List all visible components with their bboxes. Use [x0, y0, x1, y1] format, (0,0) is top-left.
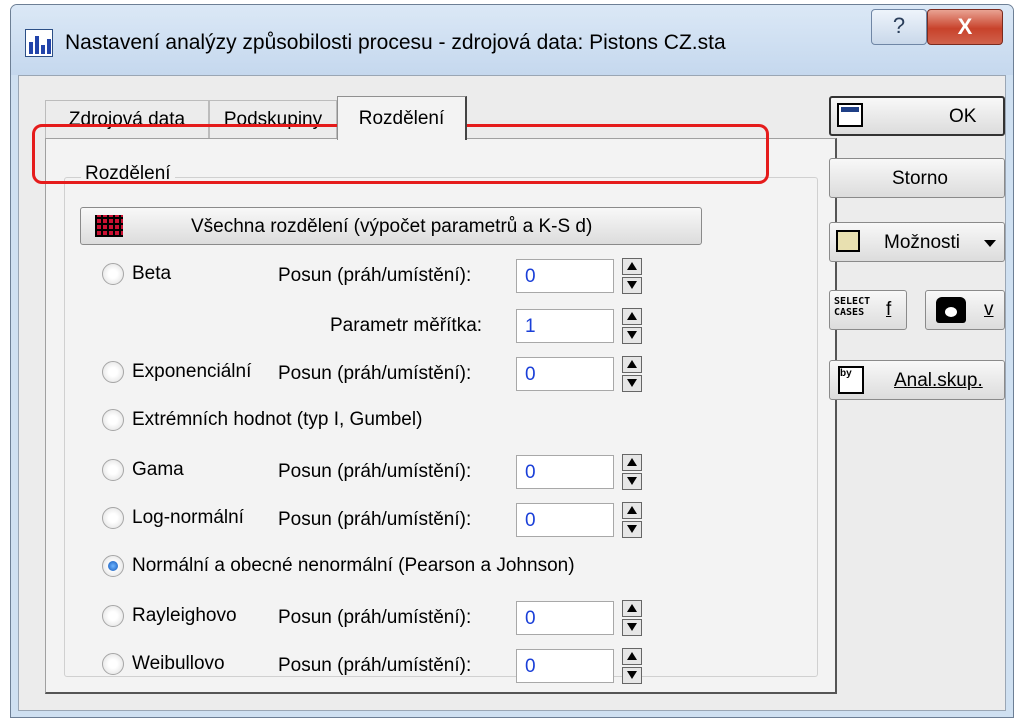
radio-exponencialni[interactable] [102, 361, 124, 383]
storno-button[interactable]: Storno [829, 158, 1005, 198]
spin-up-icon[interactable] [622, 600, 642, 617]
help-button[interactable]: ? [871, 9, 927, 45]
spin-down-icon[interactable] [622, 667, 642, 684]
label-exponencialni: Exponenciální [132, 361, 252, 382]
gama-shift-spinner[interactable] [622, 454, 642, 490]
rayleigh-shift-field[interactable]: 0 [516, 601, 614, 635]
title-bar[interactable]: Nastavení analýzy způsobilosti procesu -… [11, 5, 1013, 75]
statistica-app-icon [25, 29, 53, 57]
spin-up-icon[interactable] [622, 308, 642, 325]
label-weibullovo: Weibullovo [132, 653, 225, 674]
tab-panel-rozdeleni: Rozdělení Všechna rozdělení (výpočet par… [45, 138, 837, 694]
spin-up-icon[interactable] [622, 502, 642, 519]
anal-skup-button[interactable]: by Anal.skup. [829, 360, 1005, 400]
lognorm-shift-field[interactable]: 0 [516, 503, 614, 537]
spin-up-icon[interactable] [622, 258, 642, 275]
beta-shift-field[interactable]: 0 [516, 259, 614, 293]
tab-podskupiny[interactable]: Podskupiny [209, 100, 337, 138]
options-icon [836, 230, 860, 252]
spreadsheet-icon [95, 215, 123, 237]
spin-down-icon[interactable] [622, 375, 642, 392]
spin-up-icon[interactable] [622, 454, 642, 471]
anal-skup-label: Anal.skup. [894, 370, 983, 391]
dialog-window: Nastavení analýzy způsobilosti procesu -… [10, 4, 1014, 718]
all-distributions-label: Všechna rozdělení (výpočet parametrů a K… [191, 216, 593, 237]
spin-up-icon[interactable] [622, 648, 642, 665]
weibull-shift-field[interactable]: 0 [516, 649, 614, 683]
all-distributions-button[interactable]: Všechna rozdělení (výpočet parametrů a K… [80, 207, 702, 245]
param-label-beta-shift: Posun (práh/umístění): [278, 265, 472, 286]
beta-shift-spinner[interactable] [622, 258, 642, 294]
dialog-client-area: Zdrojová data Podskupiny Rozdělení Rozdě… [18, 75, 1006, 711]
radio-extremnich-hodnot[interactable] [102, 409, 124, 431]
param-label-weibull-shift: Posun (práh/umístění): [278, 655, 472, 676]
radio-normalni[interactable] [102, 555, 124, 577]
groupbox-label: Rozdělení [81, 163, 175, 185]
ok-button[interactable]: OK [829, 96, 1005, 136]
spin-down-icon[interactable] [622, 327, 642, 344]
close-button[interactable]: X [927, 9, 1003, 45]
param-label-rayleigh-shift: Posun (práh/umístění): [278, 607, 472, 628]
weight-icon [936, 297, 966, 323]
label-gama: Gama [132, 459, 184, 480]
weibull-shift-spinner[interactable] [622, 648, 642, 684]
tab-zdrojova-data[interactable]: Zdrojová data [45, 100, 209, 138]
weight-letter: v [984, 299, 994, 320]
rayleigh-shift-spinner[interactable] [622, 600, 642, 636]
radio-log-normalni[interactable] [102, 507, 124, 529]
ok-label: OK [949, 106, 977, 127]
beta-scale-field[interactable]: 1 [516, 309, 614, 343]
weight-button[interactable]: v [925, 290, 1005, 330]
spin-down-icon[interactable] [622, 619, 642, 636]
moznosti-button[interactable]: Možnosti [829, 222, 1005, 262]
radio-weibullovo[interactable] [102, 653, 124, 675]
window-title: Nastavení analýzy způsobilosti procesu -… [65, 31, 726, 54]
moznosti-label: Možnosti [884, 232, 961, 253]
radio-beta[interactable] [102, 263, 124, 285]
storno-label: Storno [892, 168, 948, 189]
spin-down-icon[interactable] [622, 473, 642, 490]
label-extremnich-hodnot: Extrémních hodnot (typ I, Gumbel) [132, 409, 423, 430]
lognorm-shift-spinner[interactable] [622, 502, 642, 538]
label-rayleighovo: Rayleighovo [132, 605, 237, 626]
exp-shift-field[interactable]: 0 [516, 357, 614, 391]
gama-shift-field[interactable]: 0 [516, 455, 614, 489]
spin-down-icon[interactable] [622, 277, 642, 294]
spin-up-icon[interactable] [622, 356, 642, 373]
spin-down-icon[interactable] [622, 521, 642, 538]
label-beta: Beta [132, 263, 172, 284]
radio-rayleighovo[interactable] [102, 605, 124, 627]
param-label-lognorm-shift: Posun (práh/umístění): [278, 509, 472, 530]
param-label-exp-shift: Posun (práh/umístění): [278, 363, 472, 384]
param-label-gama-shift: Posun (práh/umístění): [278, 461, 472, 482]
dropdown-caret-icon [984, 240, 996, 247]
select-cases-letter: f [886, 299, 892, 320]
label-normalni: Normální a obecné nenormální (Pearson a … [132, 555, 575, 576]
exp-shift-spinner[interactable] [622, 356, 642, 392]
by-group-icon: by [838, 366, 864, 394]
label-log-normalni: Log-normální [132, 507, 244, 528]
param-label-beta-scale: Parametr měřítka: [330, 315, 483, 336]
beta-scale-spinner[interactable] [622, 308, 642, 344]
radio-gama[interactable] [102, 459, 124, 481]
select-cases-icon: SELECT CASES [834, 296, 871, 318]
select-cases-button[interactable]: SELECT CASES f [829, 290, 907, 330]
tab-rozdeleni[interactable]: Rozdělení [337, 96, 467, 140]
dialog-icon [837, 103, 863, 127]
